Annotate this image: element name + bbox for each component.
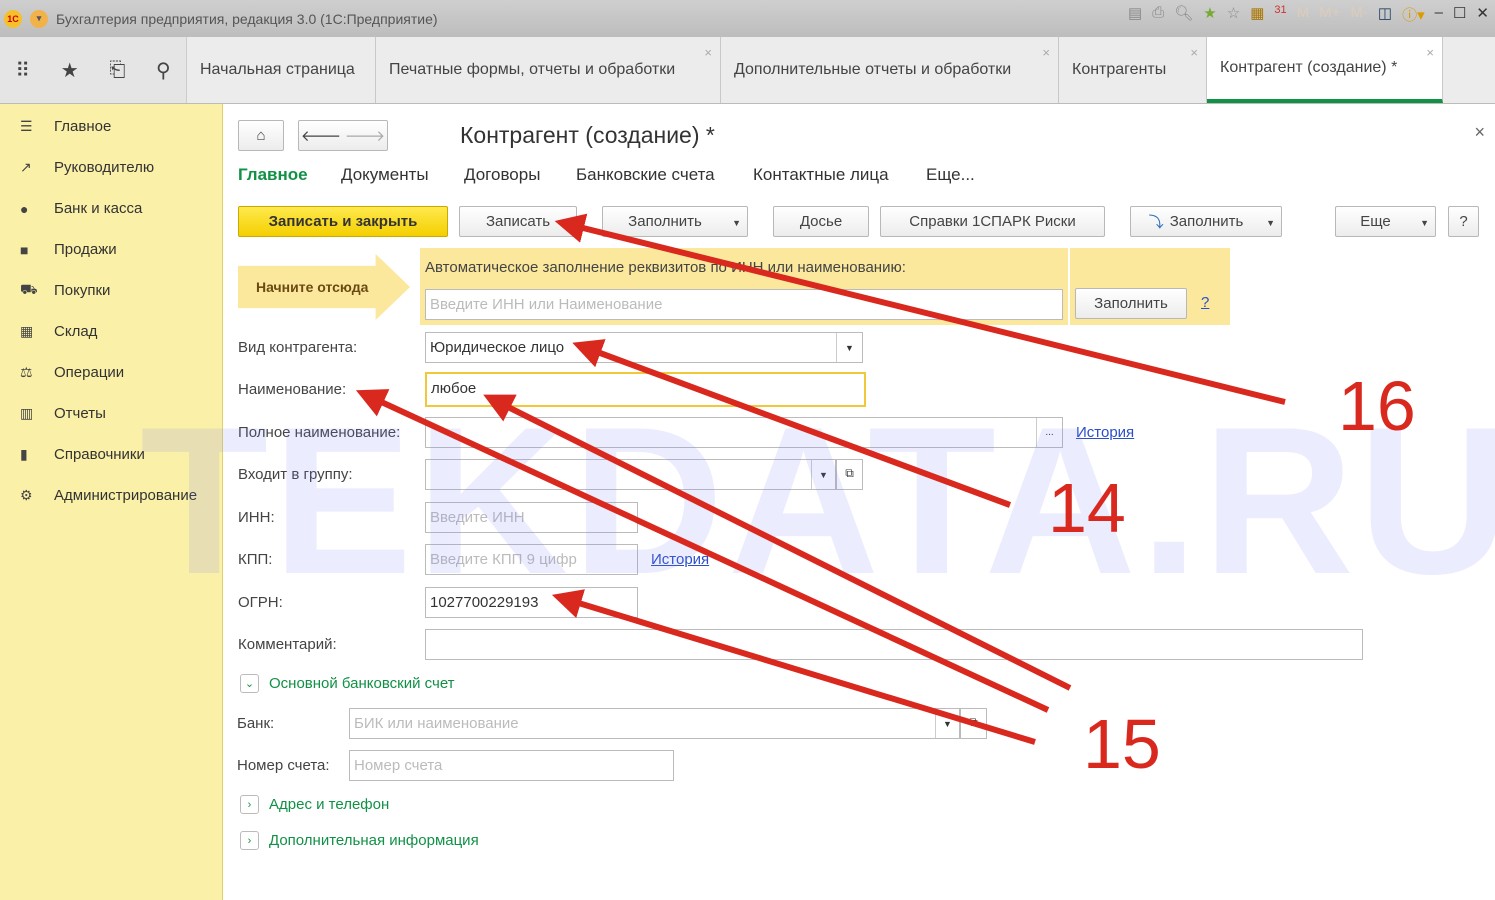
arrow-15-name-label — [355, 389, 1050, 713]
annotation-number-16: 16 — [1338, 367, 1416, 445]
arrow-16-save — [554, 213, 1286, 405]
annotation-arrows — [355, 213, 1286, 745]
arrow-15-name-value — [483, 394, 1072, 691]
annotation-number-15: 15 — [1083, 705, 1161, 783]
annotation-number-14: 14 — [1048, 469, 1126, 547]
